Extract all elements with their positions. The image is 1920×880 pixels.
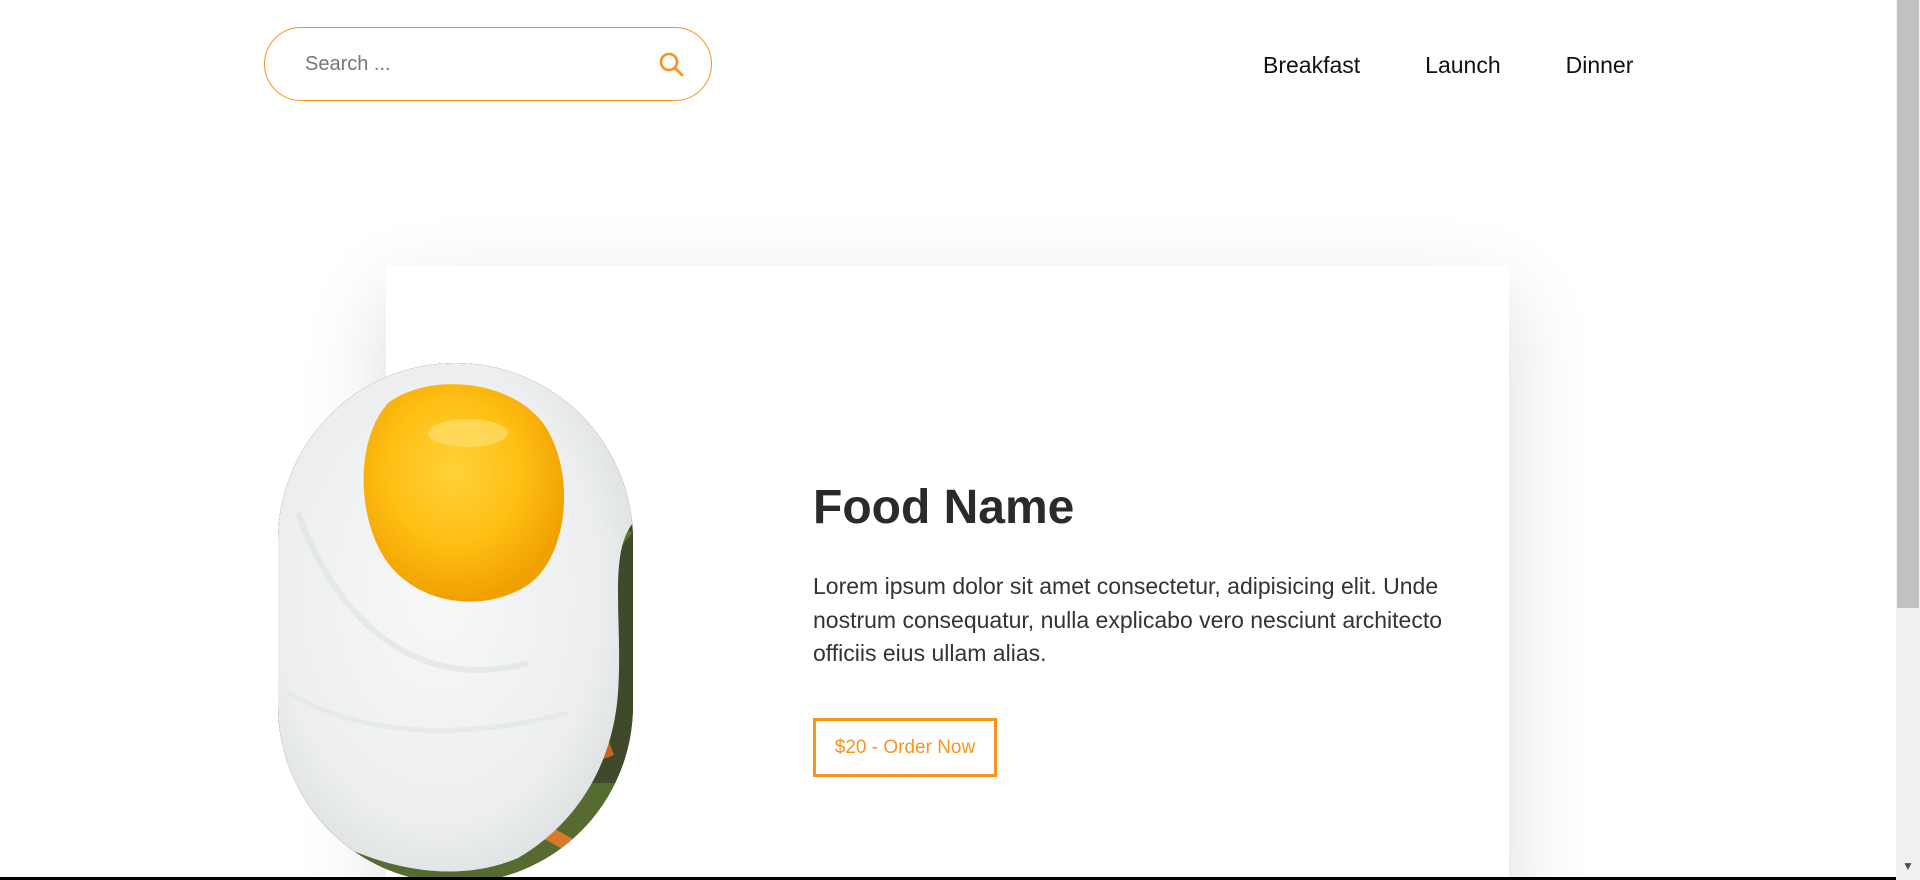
food-description: Lorem ipsum dolor sit amet consectetur, …	[813, 573, 1443, 666]
search-input[interactable]	[305, 44, 657, 84]
main-nav: Breakfast Launch Dinner	[1263, 48, 1633, 82]
scrollbar-thumb[interactable]	[1897, 0, 1919, 608]
nav-item-dinner[interactable]: Dinner	[1566, 48, 1634, 82]
search-icon[interactable]	[657, 50, 685, 78]
page: Breakfast Launch Dinner	[0, 0, 1920, 880]
nav-item-breakfast[interactable]: Breakfast	[1263, 48, 1360, 82]
order-now-button[interactable]: $20 - Order Now	[813, 718, 997, 777]
fried-egg-photo	[278, 363, 633, 880]
nav-item-launch[interactable]: Launch	[1425, 48, 1500, 82]
search-bar[interactable]	[264, 27, 712, 101]
scroll-down-arrow-icon[interactable]: ▼	[1896, 856, 1920, 876]
food-title: Food Name	[813, 481, 1075, 534]
